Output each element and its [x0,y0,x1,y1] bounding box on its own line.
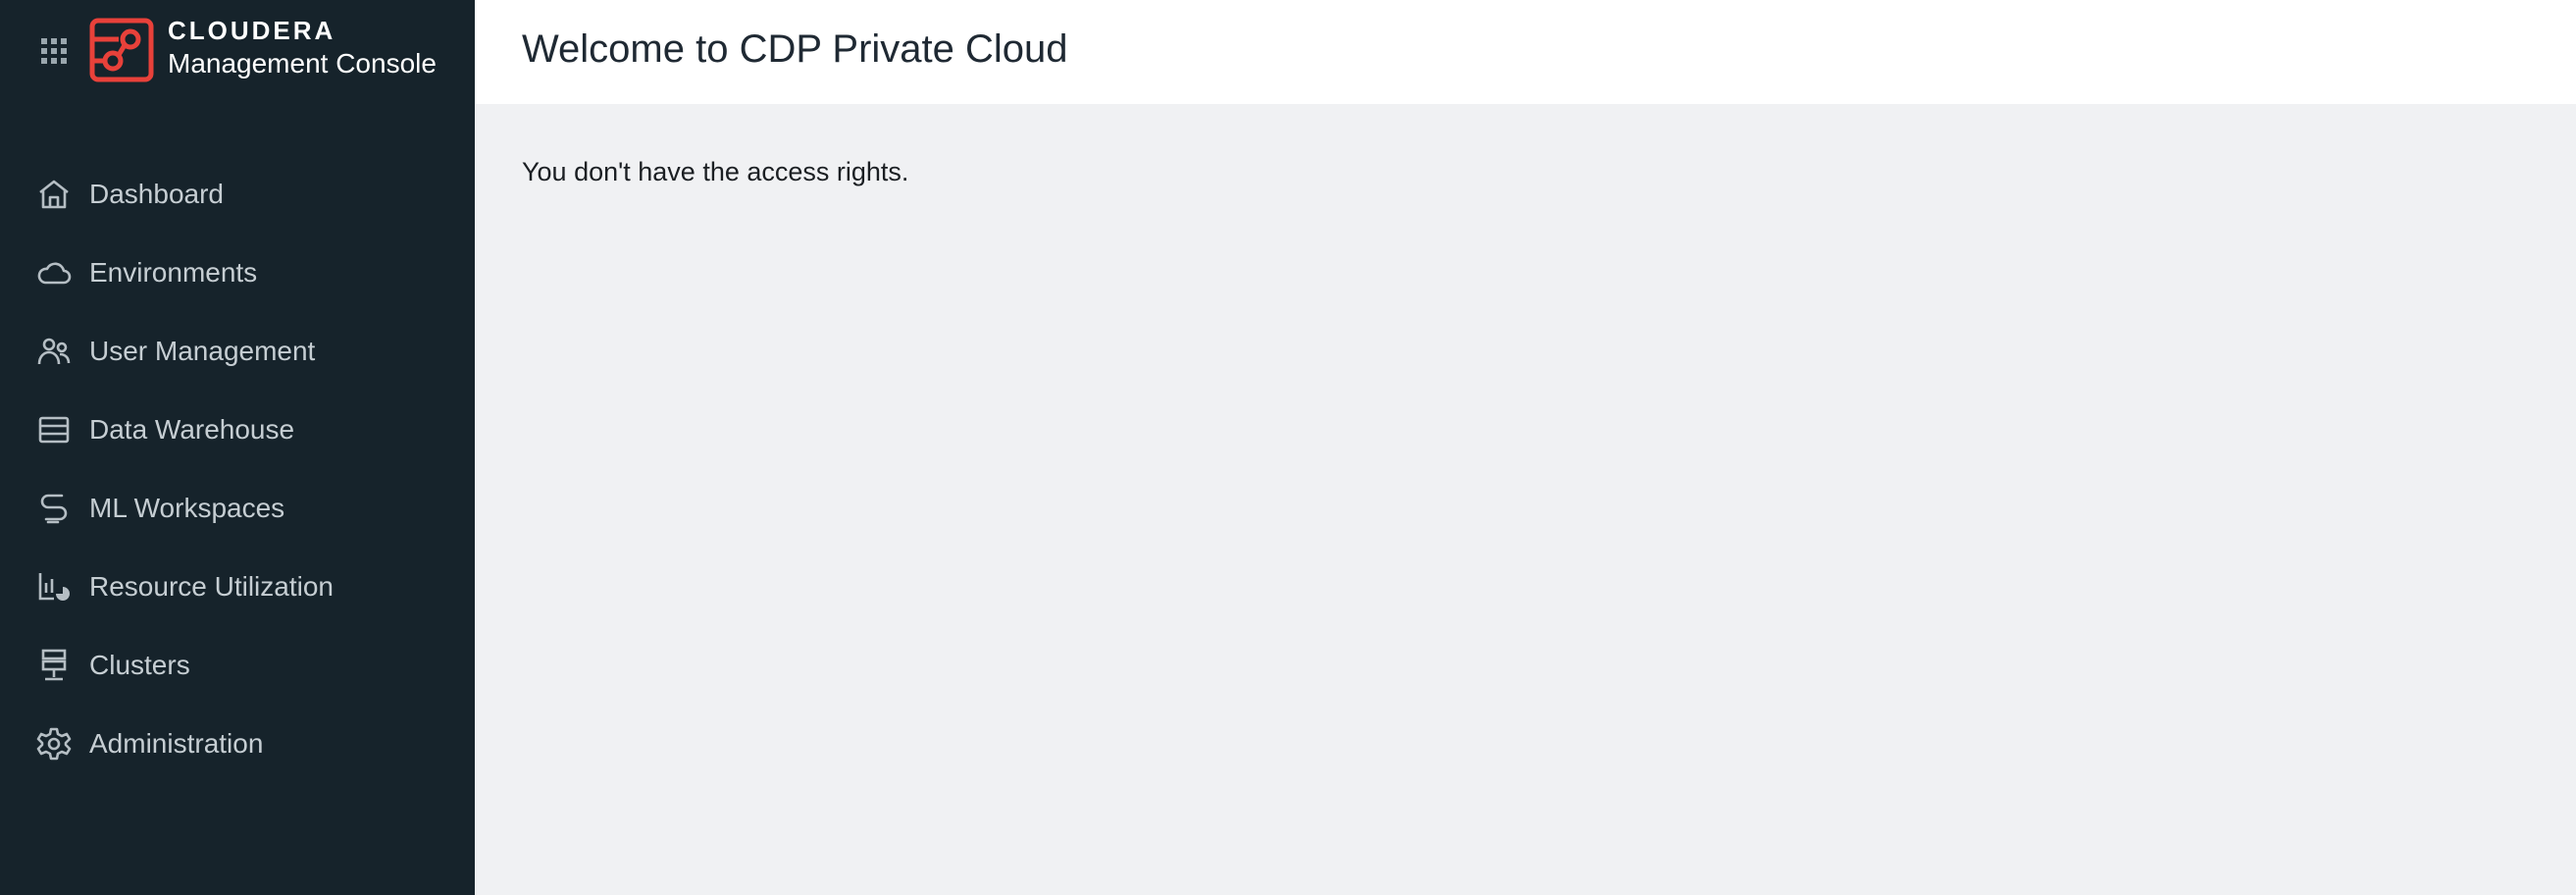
sidebar-item-dashboard[interactable]: Dashboard [0,155,475,234]
sidebar-item-label: User Management [89,336,316,366]
sidebar-item-label: ML Workspaces [89,493,285,523]
sidebar-item-label: Environments [89,257,258,288]
product-name: Management Console [168,48,437,79]
sidebar-item-administration[interactable]: Administration [0,705,475,783]
sidebar-item-data-warehouse[interactable]: Data Warehouse [0,391,475,469]
sidebar-item-label: Resource Utilization [89,571,334,602]
brand-name: CLOUDERA [168,16,336,45]
sidebar-item-environments[interactable]: Environments [0,234,475,312]
sidebar-item-label: Dashboard [89,179,224,209]
sidebar-item-user-management[interactable]: User Management [0,312,475,391]
sidebar-item-label: Data Warehouse [89,414,295,445]
clusters-icon [36,648,72,683]
brand-text: CLOUDERA Management Console [168,18,437,78]
app-grid-icon[interactable] [39,36,69,66]
brand-bar: CLOUDERA Management Console [0,0,475,104]
gear-icon [36,726,72,762]
sidebar: CLOUDERA Management Console Dashboard En… [0,0,475,895]
sidebar-item-clusters[interactable]: Clusters [0,626,475,705]
resource-utilization-icon [36,569,72,605]
main-content: Welcome to CDP Private Cloud You don't h… [475,0,2576,895]
users-icon [36,334,72,369]
page-header: Welcome to CDP Private Cloud [475,0,2576,104]
access-denied-message: You don't have the access rights. [522,157,909,186]
sidebar-item-resource-utilization[interactable]: Resource Utilization [0,548,475,626]
home-icon [36,177,72,212]
app-root: CLOUDERA Management Console Dashboard En… [0,0,2576,895]
page-title: Welcome to CDP Private Cloud [522,27,1068,71]
data-warehouse-icon [36,412,72,448]
ml-workspaces-icon [36,491,72,526]
sidebar-nav: Dashboard Environments User Management D… [0,155,475,783]
sidebar-item-label: Administration [89,728,264,759]
cloud-icon [36,255,72,290]
sidebar-item-label: Clusters [89,650,190,680]
cloudera-logo-icon [89,18,154,82]
sidebar-item-ml-workspaces[interactable]: ML Workspaces [0,469,475,548]
